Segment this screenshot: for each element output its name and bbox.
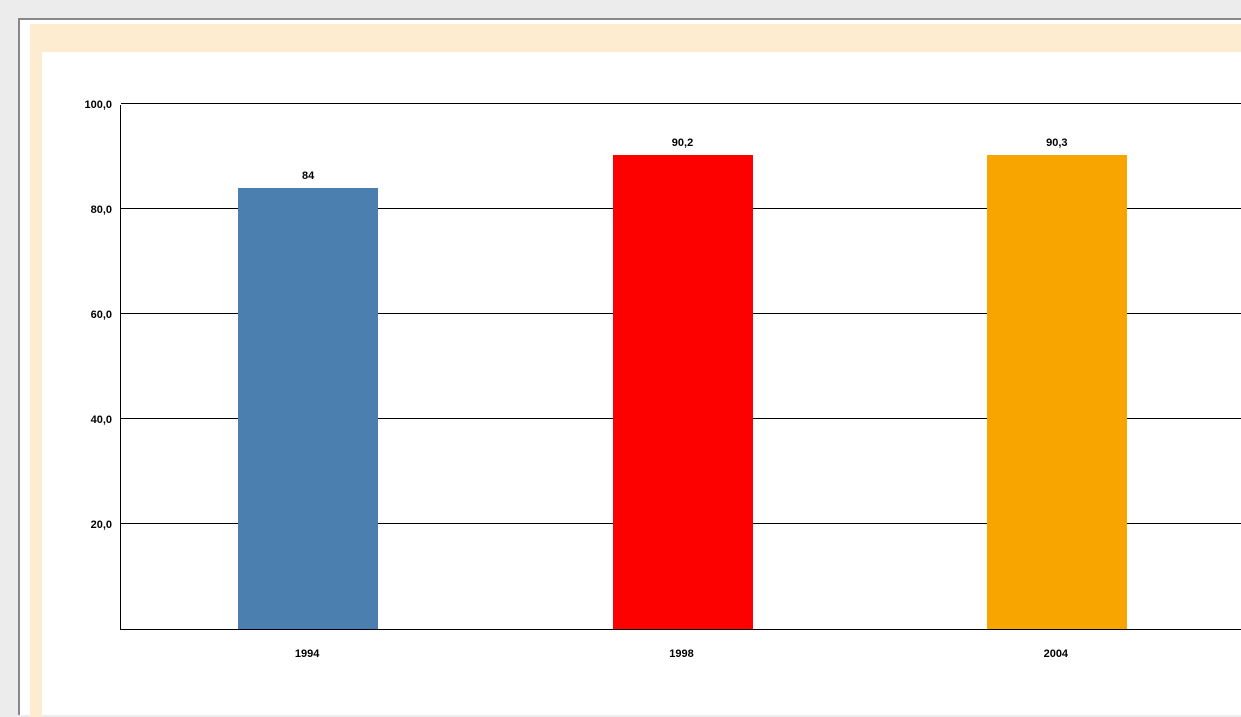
header-band: [30, 24, 1241, 52]
bar: 84: [238, 188, 378, 629]
x-tick-label: 1998: [612, 648, 752, 660]
y-tick-label: 100,0: [84, 99, 112, 111]
y-tick-label: 20,0: [91, 519, 112, 531]
plot-area: 84 90,2 90,3: [120, 105, 1241, 630]
bar: 90,2: [613, 155, 753, 629]
y-tick-label: 60,0: [91, 309, 112, 321]
x-tick-label: 2004: [986, 648, 1126, 660]
chart-container: 84 90,2 90,3 20,0 40,0 60,0 80,0 100,0 1994 1998…: [80, 70, 1241, 700]
bar-value-label: 90,2: [613, 137, 753, 149]
x-tick-label: 1994: [237, 648, 377, 660]
bar-value-label: 90,3: [987, 137, 1127, 149]
gridline: [121, 103, 1241, 104]
y-tick-label: 80,0: [91, 204, 112, 216]
chart-frame: 84 90,2 90,3 20,0 40,0 60,0 80,0 100,0 1994 1998…: [18, 18, 1241, 715]
left-band: [30, 24, 42, 717]
y-tick-label: 40,0: [91, 414, 112, 426]
bar: 90,3: [987, 155, 1127, 629]
bar-value-label: 84: [238, 170, 378, 182]
